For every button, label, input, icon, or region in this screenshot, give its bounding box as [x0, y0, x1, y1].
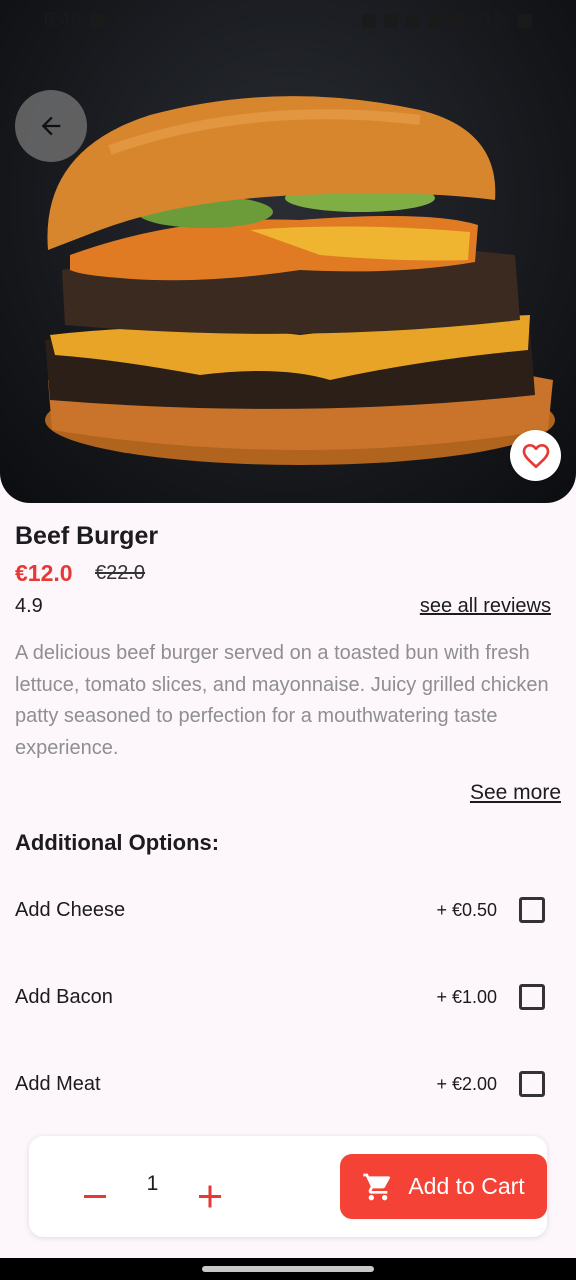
- option-row-cheese: Add Cheese + €0.50: [15, 890, 545, 930]
- plus-icon: [199, 1185, 221, 1208]
- signal-icon: [449, 14, 464, 28]
- add-meat-checkbox[interactable]: [519, 1071, 545, 1097]
- arrow-left-icon: [41, 116, 61, 136]
- home-gesture-handle[interactable]: [202, 1266, 374, 1272]
- option-label: Add Cheese: [15, 898, 126, 921]
- nfc-icon: [361, 14, 376, 28]
- decrease-quantity-button[interactable]: [80, 1178, 110, 1214]
- increase-quantity-button[interactable]: [195, 1178, 225, 1214]
- back-button[interactable]: [15, 90, 87, 162]
- options-title: Additional Options:: [15, 830, 220, 855]
- heart-outline-icon: [522, 443, 549, 468]
- shopping-cart-icon: [363, 1173, 391, 1200]
- alarm-icon: [383, 14, 398, 28]
- product-detail-screen: 6:46 81% Beef Burger €12.0 €22.0 4.9 see…: [0, 0, 576, 1280]
- status-bar: 6:46 81%: [0, 0, 576, 42]
- add-to-cart-button[interactable]: Add to Cart: [340, 1154, 547, 1219]
- battery-percent: 81%: [471, 10, 510, 31]
- option-label: Add Meat: [15, 1072, 101, 1095]
- battery-icon: [518, 14, 532, 28]
- image-icon: [90, 14, 105, 28]
- quantity-value: 1: [146, 1172, 159, 1195]
- option-price: + €2.00: [436, 1073, 497, 1094]
- option-price: + €0.50: [436, 899, 497, 920]
- add-to-cart-label: Add to Cart: [408, 1173, 525, 1199]
- product-rating: 4.9: [15, 595, 43, 617]
- see-more-link[interactable]: See more: [470, 781, 561, 805]
- see-all-reviews-link[interactable]: see all reviews: [420, 595, 551, 618]
- mute-icon: [405, 14, 420, 28]
- product-old-price: €22.0: [95, 562, 146, 584]
- add-bacon-checkbox[interactable]: [519, 984, 545, 1010]
- add-cheese-checkbox[interactable]: [519, 897, 545, 923]
- product-image: [0, 0, 576, 503]
- minus-icon: [84, 1195, 106, 1198]
- option-row-bacon: Add Bacon + €1.00: [15, 977, 545, 1017]
- option-label: Add Bacon: [15, 985, 113, 1008]
- option-row-meat: Add Meat + €2.00: [15, 1064, 545, 1104]
- product-price: €12.0: [15, 560, 73, 586]
- option-price: + €1.00: [436, 986, 497, 1007]
- burger-illustration: [45, 96, 555, 465]
- product-description: A delicious beef burger served on a toas…: [15, 642, 549, 759]
- status-time: 6:46: [44, 10, 81, 31]
- product-title: Beef Burger: [15, 522, 159, 550]
- favorite-button[interactable]: [510, 430, 561, 481]
- wifi-icon: [427, 14, 442, 28]
